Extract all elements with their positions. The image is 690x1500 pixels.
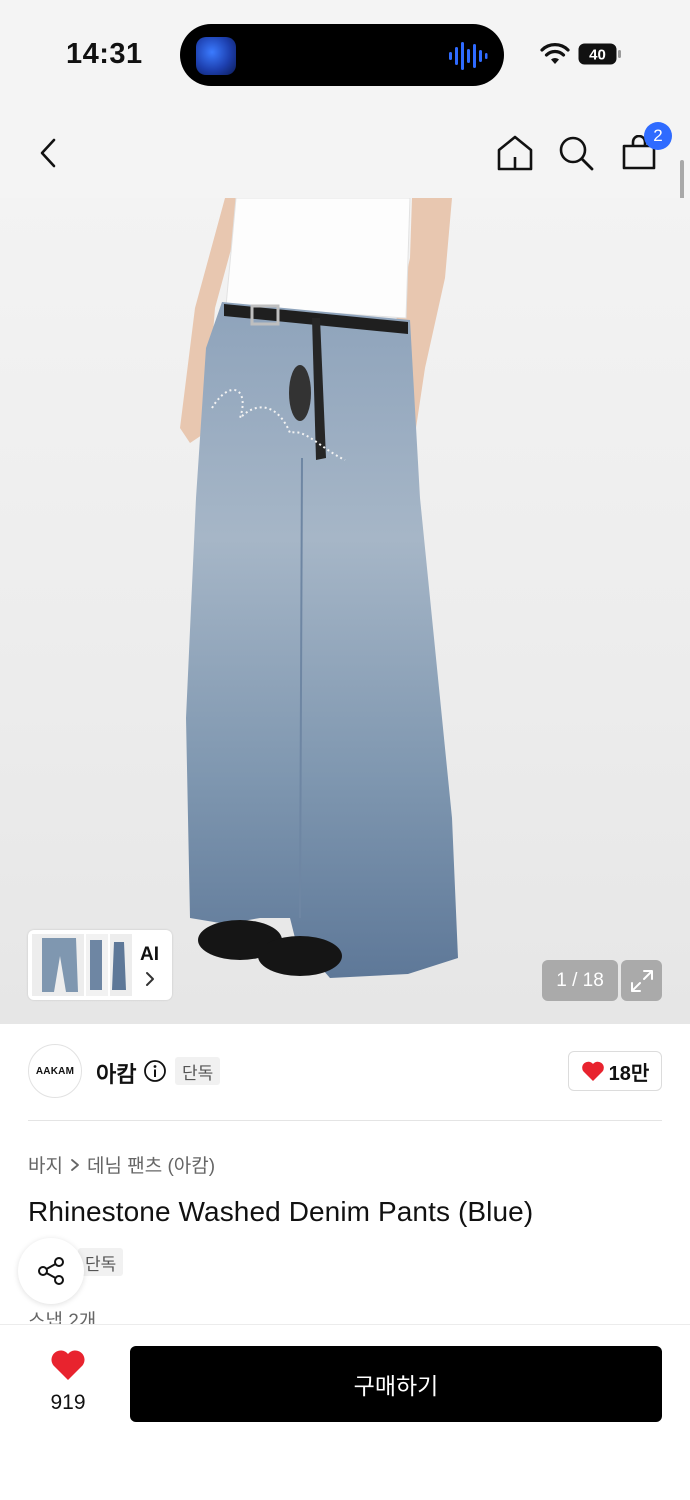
- search-icon: [559, 136, 594, 171]
- heart-icon: [51, 1350, 85, 1380]
- like-button[interactable]: 919: [30, 1349, 106, 1415]
- battery-icon: 40: [578, 43, 621, 65]
- wifi-icon: [540, 43, 570, 64]
- product-title: Rhinestone Washed Denim Pants (Blue): [28, 1196, 534, 1227]
- dynamic-island: [180, 24, 504, 86]
- cart-count-badge: 2: [644, 122, 672, 150]
- cart-button[interactable]: 2: [616, 122, 672, 176]
- brand-like-button[interactable]: 18만: [568, 1051, 662, 1091]
- share-icon: [38, 1257, 64, 1285]
- back-icon: [40, 138, 56, 168]
- product-photo: [180, 198, 458, 978]
- exclusive-tag: 단독: [175, 1057, 221, 1085]
- brand-name[interactable]: 아캄: [96, 1057, 136, 1089]
- search-button[interactable]: [553, 130, 599, 176]
- expand-image-button[interactable]: [621, 960, 662, 1001]
- status-bar: 14:31 40: [0, 0, 690, 110]
- home-button[interactable]: [492, 130, 538, 176]
- heart-icon: [581, 1061, 604, 1081]
- top-nav-bar: 2: [0, 110, 690, 198]
- chevron-right-icon: [71, 1158, 79, 1171]
- divider: [28, 1120, 662, 1121]
- chevron-right-icon: [146, 972, 154, 986]
- product-image-gallery[interactable]: AI 1 / 18: [0, 198, 690, 1024]
- image-page-counter: 1 / 18: [542, 960, 618, 1001]
- status-time: 14:31: [66, 38, 143, 70]
- share-button[interactable]: [18, 1238, 84, 1304]
- breadcrumb-item-pants[interactable]: 바지: [28, 1151, 63, 1178]
- brand-like-count: 18만: [608, 1062, 650, 1085]
- bottom-action-bar: 919 구매하기: [0, 1324, 690, 1500]
- back-button[interactable]: [26, 130, 72, 176]
- home-icon: [497, 135, 533, 171]
- island-app-icon: [196, 37, 236, 75]
- breadcrumb: 바지 데님 팬츠 (아캄): [28, 1151, 215, 1178]
- brand-logo[interactable]: AAKAM: [28, 1044, 82, 1098]
- battery-level: 40: [589, 47, 606, 64]
- expand-icon: [630, 969, 653, 992]
- breadcrumb-item-denim[interactable]: 데님 팬츠 (아캄): [87, 1151, 215, 1178]
- like-count: 919: [50, 1391, 86, 1414]
- audio-wave-icon: [449, 42, 488, 70]
- buy-button[interactable]: 구매하기: [130, 1346, 662, 1422]
- thumbnail-strip: [32, 934, 132, 996]
- ai-thumbnail-card[interactable]: AI: [28, 930, 172, 1000]
- info-icon[interactable]: [143, 1059, 167, 1083]
- product-exclusive-tag: 단독: [78, 1248, 124, 1276]
- ai-label: AI: [140, 944, 159, 965]
